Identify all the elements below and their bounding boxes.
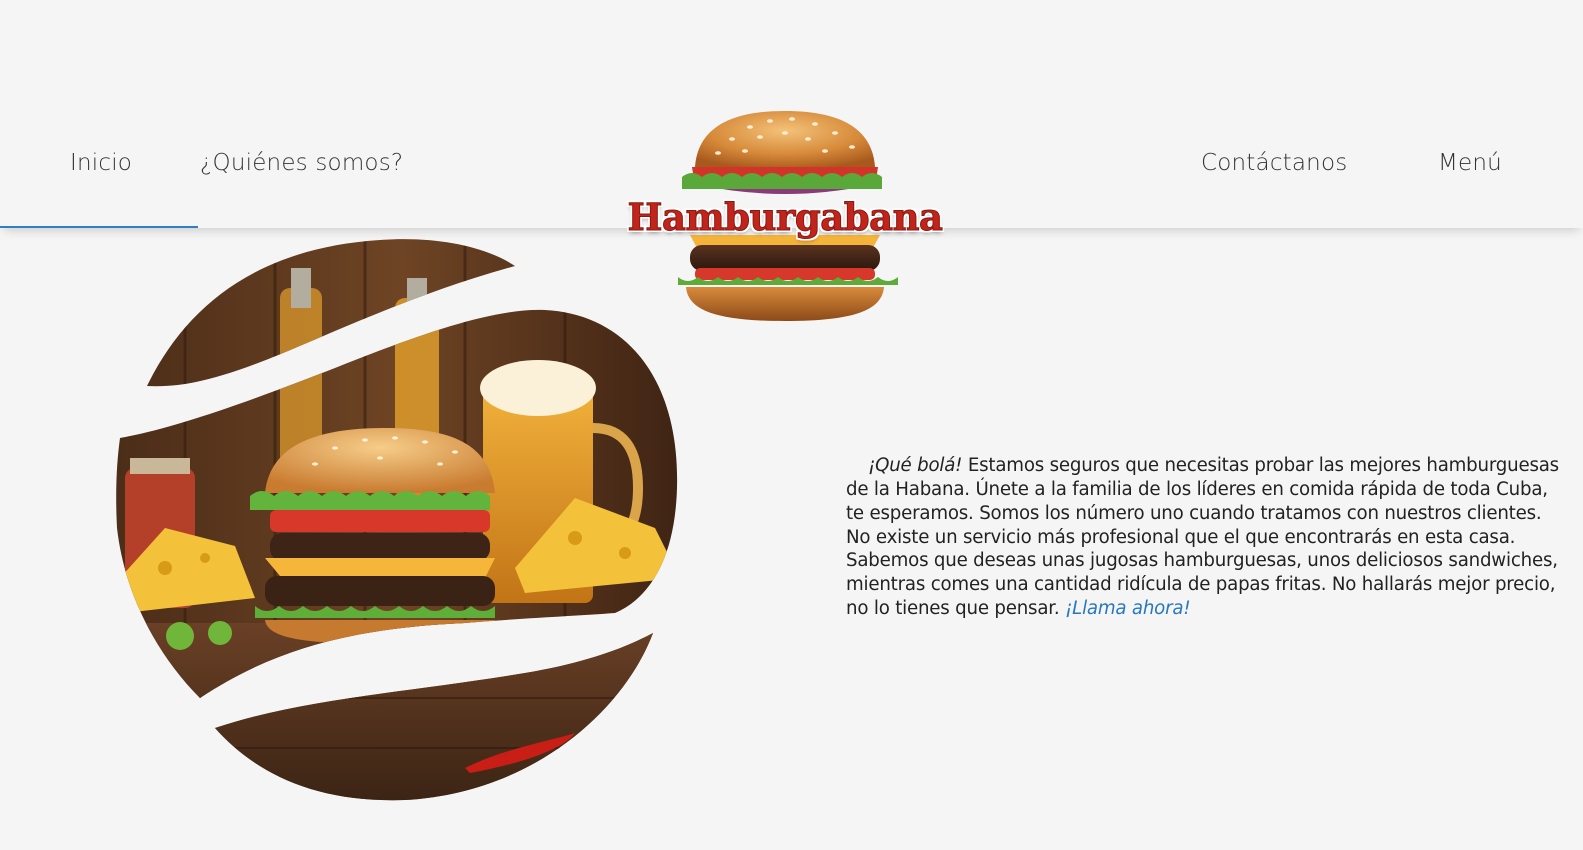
active-nav-indicator: [0, 226, 198, 228]
page: Inicio ¿Quiénes somos? Contáctanos Menú: [0, 0, 1583, 850]
nav-contact-link[interactable]: Contáctanos: [1201, 150, 1347, 176]
brand-name: Hamburgabana: [627, 195, 943, 240]
intro-greeting: ¡Qué bolá!: [868, 455, 963, 477]
nav-menu-link[interactable]: Menú: [1438, 150, 1502, 176]
call-now-link[interactable]: ¡Llama ahora!: [1065, 598, 1191, 619]
nav-about-link[interactable]: ¿Quiénes somos?: [200, 150, 403, 176]
brand-logo[interactable]: Hamburgabana: [620, 105, 950, 330]
nav-home-link[interactable]: Inicio: [70, 150, 132, 176]
intro-paragraph: ¡Qué bolá! Estamos seguros que necesitas…: [846, 454, 1566, 621]
burger-beer-cheese-photo: [116, 239, 678, 801]
hero-image: [105, 228, 695, 808]
intro-body: Estamos seguros que necesitas probar las…: [846, 455, 1559, 619]
